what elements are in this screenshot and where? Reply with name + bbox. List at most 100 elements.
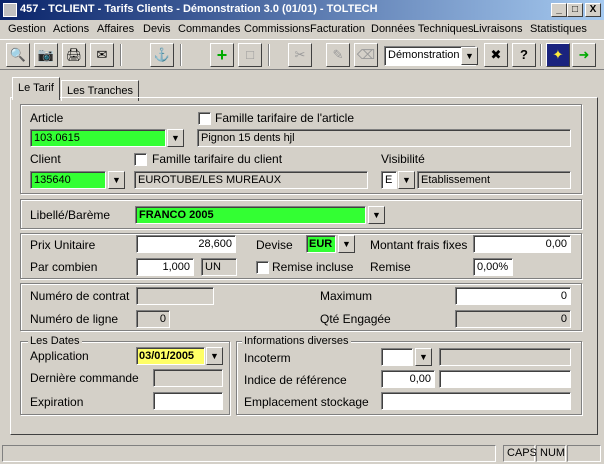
- delete-icon[interactable]: ⌫: [354, 43, 378, 67]
- index-extra-field[interactable]: [439, 370, 571, 388]
- discount-label: Remise: [370, 260, 411, 274]
- caps-indicator: CAPS: [503, 445, 537, 462]
- discount-included-checkbox[interactable]: [256, 261, 269, 274]
- bareme-field[interactable]: FRANCO 2005: [135, 206, 366, 224]
- tab-label: Le Tarif: [18, 82, 54, 94]
- toolbar-separator: [180, 44, 182, 66]
- article-label: Article: [30, 111, 64, 125]
- cut-icon[interactable]: ✂: [288, 43, 312, 67]
- menu-bar: Gestion Actions Affaires Devis Commandes…: [0, 20, 604, 39]
- application-label: Application: [30, 349, 89, 363]
- tools-icon[interactable]: ✖: [484, 43, 508, 67]
- chevron-down-icon[interactable]: ▼: [461, 47, 478, 65]
- menu-statistiques[interactable]: Statistiques: [530, 23, 587, 35]
- toolbar-separator: [268, 44, 270, 66]
- menu-affaires[interactable]: Affaires: [97, 23, 134, 35]
- index-label: Indice de référence: [244, 373, 347, 387]
- menu-gestion[interactable]: Gestion: [8, 23, 46, 35]
- contract-no-label: Numéro de contrat: [30, 289, 130, 303]
- status-message-panel: [2, 445, 496, 462]
- discount-field[interactable]: 0,00%: [473, 258, 513, 276]
- index-field[interactable]: 0,00: [381, 370, 435, 388]
- unit-price-field[interactable]: 28,600: [136, 235, 236, 253]
- calendar-dropdown-icon[interactable]: ▼: [206, 347, 223, 365]
- client-name-field: EUROTUBE/LES MUREAUX: [134, 171, 368, 189]
- article-code-field[interactable]: 103.0615: [30, 129, 166, 147]
- incoterm-description-field: [439, 348, 571, 366]
- article-family-checkbox[interactable]: [198, 112, 211, 125]
- last-order-field: [153, 369, 223, 387]
- menu-donnees-techniques[interactable]: Données Techniques: [371, 23, 474, 35]
- status-extra-panel: [567, 445, 601, 462]
- misc-group-title: Informations diverses: [242, 335, 351, 347]
- menu-commissions[interactable]: Commissions: [244, 23, 310, 35]
- currency-field[interactable]: EUR: [306, 235, 336, 253]
- add-icon[interactable]: +: [210, 43, 234, 67]
- incoterm-field[interactable]: [381, 348, 413, 366]
- incoterm-label: Incoterm: [244, 351, 291, 365]
- expiration-field[interactable]: [153, 392, 223, 410]
- title-bar: 457 - TCLIENT - Tarifs Clients - Démonst…: [0, 0, 604, 20]
- menu-devis[interactable]: Devis: [143, 23, 171, 35]
- menu-commandes[interactable]: Commandes: [178, 23, 240, 35]
- tab-label: Les Tranches: [67, 85, 134, 97]
- bareme-label: Libellé/Barème: [30, 208, 111, 222]
- client-dropdown-icon[interactable]: ▼: [108, 171, 125, 189]
- printer-icon[interactable]: 🖨: [62, 43, 86, 67]
- close-button[interactable]: X: [585, 3, 601, 17]
- num-indicator: NUM: [536, 445, 566, 462]
- status-bar: CAPS NUM: [0, 442, 604, 464]
- exit-icon[interactable]: ➜: [572, 43, 596, 67]
- discount-included-label: Remise incluse: [272, 260, 354, 274]
- menu-livraisons[interactable]: Livraisons: [473, 23, 523, 35]
- expiration-label: Expiration: [30, 395, 84, 409]
- magic-icon[interactable]: ✦: [546, 43, 570, 67]
- bareme-dropdown-icon[interactable]: ▼: [368, 206, 385, 224]
- maximize-button[interactable]: □: [567, 3, 583, 17]
- currency-dropdown-icon[interactable]: ▼: [338, 235, 355, 253]
- application-date-field[interactable]: 03/01/2005: [136, 347, 205, 365]
- tab-le-tarif[interactable]: Le Tarif: [12, 77, 60, 100]
- client-family-checkbox[interactable]: [134, 153, 147, 166]
- committed-label: Qté Engagée: [320, 312, 391, 326]
- menu-actions[interactable]: Actions: [53, 23, 89, 35]
- client-family-label: Famille tarifaire du client: [152, 152, 283, 166]
- storage-field[interactable]: [381, 392, 571, 410]
- fees-label: Montant frais fixes: [370, 238, 468, 252]
- currency-label: Devise: [256, 238, 293, 252]
- visibility-dropdown-icon[interactable]: ▼: [398, 171, 415, 189]
- line-no-label: Numéro de ligne: [30, 312, 119, 326]
- committed-field: 0: [455, 310, 571, 328]
- window-title: 457 - TCLIENT - Tarifs Clients - Démonst…: [20, 3, 378, 15]
- camera-icon[interactable]: 📷: [34, 43, 58, 67]
- client-code-field[interactable]: 135640: [30, 171, 106, 189]
- incoterm-dropdown-icon[interactable]: ▼: [415, 348, 432, 366]
- storage-label: Emplacement stockage: [244, 395, 369, 409]
- preview-icon[interactable]: ✉: [90, 43, 114, 67]
- line-no-field: 0: [136, 310, 170, 328]
- article-family-label: Famille tarifaire de l'article: [215, 111, 355, 125]
- visibility-value-field: Etablissement: [417, 171, 571, 189]
- per-label: Par combien: [30, 260, 98, 274]
- article-description-field: Pignon 15 dents hjl: [197, 129, 571, 147]
- contract-no-field: [136, 287, 214, 305]
- copy-icon[interactable]: □: [238, 43, 262, 67]
- unit-price-label: Prix Unitaire: [30, 238, 96, 252]
- edit-icon[interactable]: ✎: [326, 43, 350, 67]
- minimize-button[interactable]: _: [551, 3, 567, 17]
- client-label: Client: [30, 152, 61, 166]
- toolbar-separator: [120, 44, 122, 66]
- toolbar-separator: [540, 44, 542, 66]
- app-icon[interactable]: [3, 3, 17, 17]
- article-dropdown-icon[interactable]: ▼: [167, 129, 184, 147]
- help-icon[interactable]: ?: [512, 43, 536, 67]
- link-icon[interactable]: ⚓: [150, 43, 174, 67]
- fees-field[interactable]: 0,00: [473, 235, 571, 253]
- visibility-label: Visibilité: [381, 152, 425, 166]
- maximum-label: Maximum: [320, 289, 373, 303]
- menu-facturation[interactable]: Facturation: [310, 23, 365, 35]
- visibility-code-field[interactable]: E: [381, 171, 397, 189]
- maximum-field[interactable]: 0: [455, 287, 571, 305]
- per-field[interactable]: 1,000: [136, 258, 194, 276]
- search-icon[interactable]: 🔍: [6, 43, 30, 67]
